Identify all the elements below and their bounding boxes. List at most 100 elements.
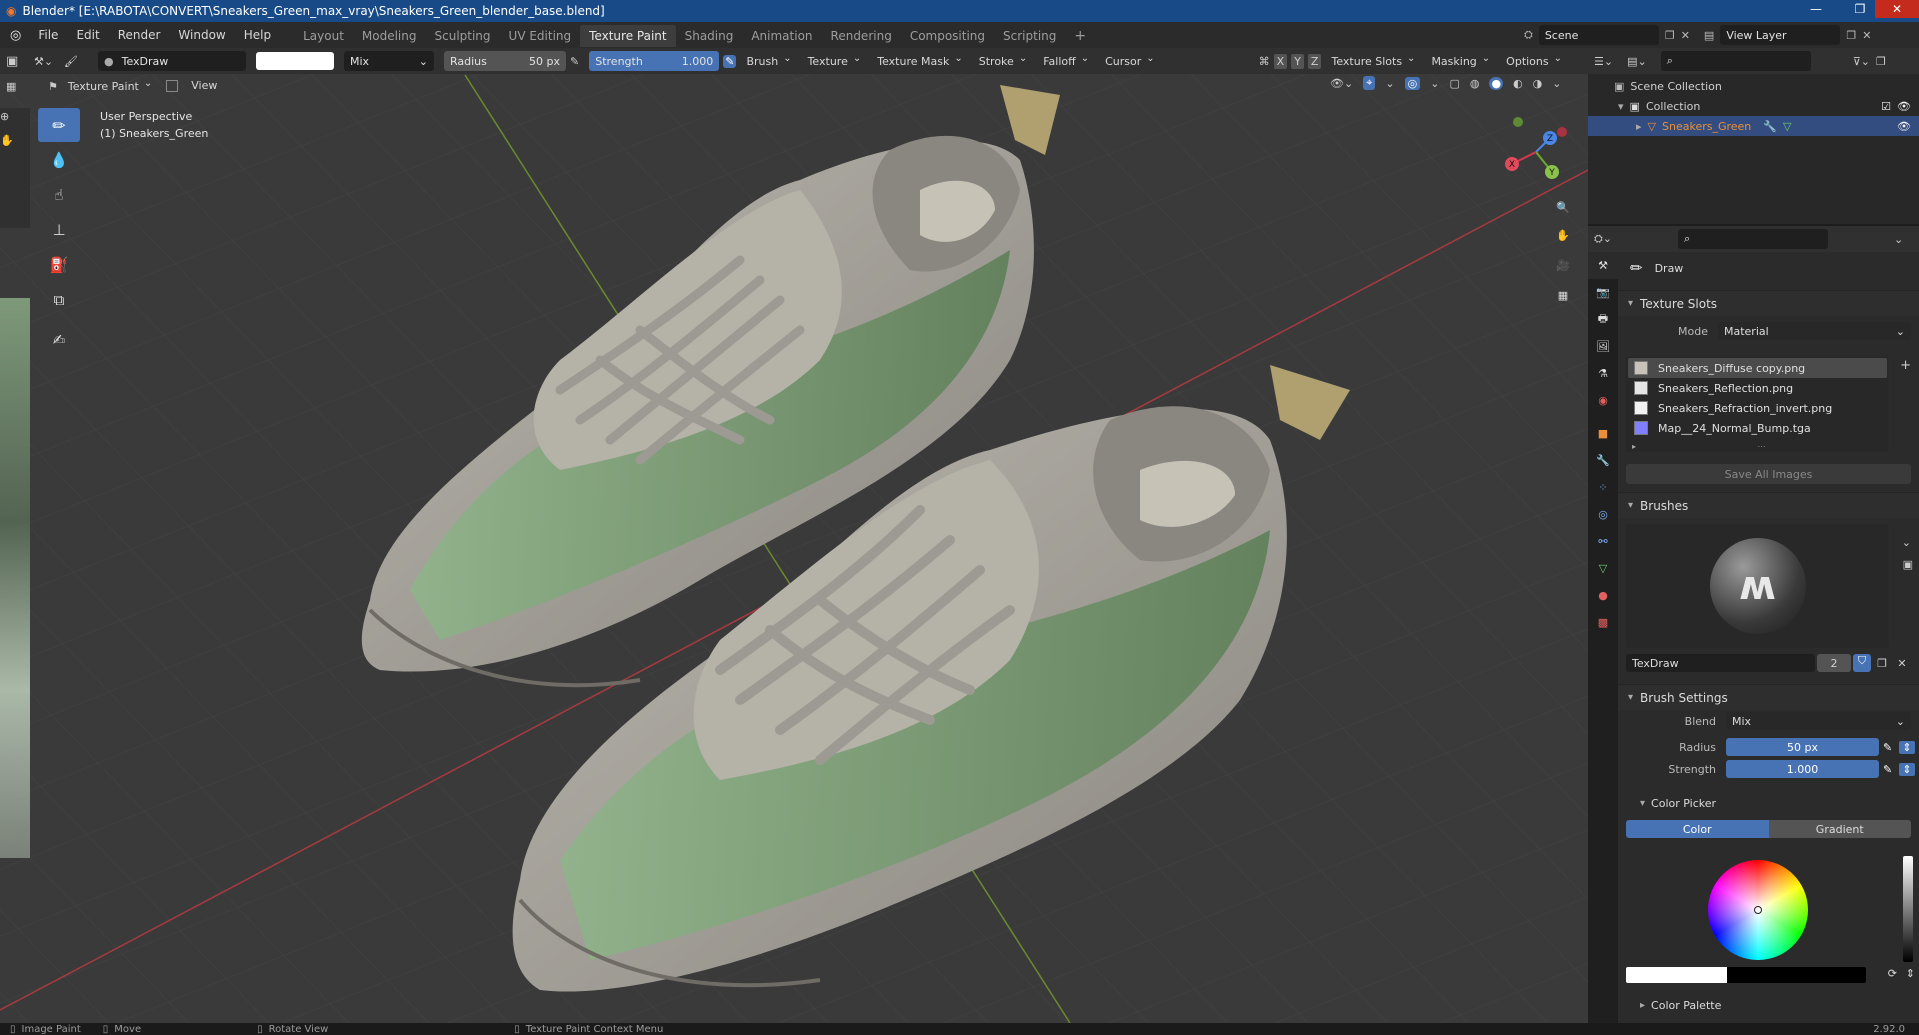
color-wheel[interactable] (1708, 860, 1808, 960)
gradient-tab[interactable]: Gradient (1768, 820, 1911, 838)
filter-icon[interactable]: ⊽⌄ (1853, 55, 1870, 68)
annotate-tool-button[interactable]: ✍ (38, 323, 80, 357)
mask-tool-button[interactable]: ⧉ (38, 283, 80, 317)
tab-world[interactable]: ◉ (1588, 387, 1618, 414)
tab-constraints[interactable]: ⚯ (1588, 528, 1618, 555)
texture-mask-dropdown[interactable]: Texture Mask (871, 51, 969, 71)
shading-material-icon[interactable]: ◐ (1513, 77, 1523, 90)
tab-modifiers[interactable]: 🔧 (1588, 447, 1618, 474)
new-scene-icon[interactable]: ❐ (1665, 29, 1675, 42)
color-tab[interactable]: Color (1626, 820, 1769, 838)
workspace-tab-rendering[interactable]: Rendering (822, 25, 901, 47)
ortho-toggle-icon[interactable]: ▦ (1550, 282, 1576, 308)
workspace-tab-animation[interactable]: Animation (742, 25, 821, 47)
brush-preview-area[interactable]: ʍ (1626, 524, 1889, 648)
soften-tool-button[interactable]: 💧 (38, 143, 80, 177)
radius-slider[interactable]: Radius 50 px (444, 51, 566, 71)
menu-render[interactable]: Render (109, 22, 170, 48)
strength-pressure-icon[interactable]: ✎ (1883, 763, 1899, 776)
delete-view-layer-icon[interactable]: ✕ (1862, 29, 1871, 42)
mesh-data-icon[interactable]: ▽ (1783, 120, 1791, 133)
tab-view-layer[interactable]: 🖼 (1588, 333, 1618, 360)
3d-viewport[interactable] (0, 48, 1588, 1023)
display-mode-icon[interactable]: ▤⌄ (1627, 55, 1647, 68)
tab-particles[interactable]: ⁘ (1588, 474, 1618, 501)
menu-help[interactable]: Help (235, 22, 280, 48)
options-dropdown[interactable]: Options (1500, 51, 1568, 71)
menu-edit[interactable]: Edit (67, 22, 108, 48)
axis-x-toggle[interactable]: X (1273, 53, 1288, 69)
outliner-row-sneakers-green[interactable]: ▸ ▽ Sneakers_Green 🔧 ▽ 👁 (1588, 116, 1919, 136)
tool-icon[interactable]: ⚒⌄ (34, 55, 60, 68)
texture-slot-item[interactable]: Sneakers_Diffuse copy.png (1628, 358, 1887, 378)
radius-pressure-icon[interactable]: ✎ (570, 55, 579, 68)
outliner-editor-icon[interactable]: ☰⌄ (1594, 55, 1613, 68)
tab-data[interactable]: ▽ (1588, 555, 1618, 582)
minimize-button[interactable]: — (1801, 0, 1831, 18)
radius-slider[interactable]: 50 px (1726, 738, 1879, 756)
blender-menu-icon[interactable]: ◎ (0, 28, 29, 43)
texture-slot-item[interactable]: Map__24_Normal_Bump.tga (1628, 418, 1887, 438)
properties-editor-icon[interactable]: ⛭⌄ (1594, 232, 1612, 246)
strength-unit-icon[interactable]: ⇕ (1899, 762, 1915, 776)
maximize-button[interactable]: ❐ (1845, 0, 1875, 18)
texture-slots-panel-header[interactable]: Texture Slots (1618, 290, 1919, 316)
masking-dropdown[interactable]: Masking (1425, 51, 1496, 71)
expand-arrow-icon[interactable]: ▾ (1618, 100, 1624, 113)
editor-type-icon[interactable]: ▣ (6, 54, 30, 69)
tab-output[interactable]: 🖶 (1588, 306, 1618, 333)
color-picker-subpanel-header[interactable]: ▾ Color Picker (1618, 790, 1919, 816)
stroke-dropdown[interactable]: Stroke (973, 51, 1033, 71)
shading-solid-icon[interactable]: ● (1489, 76, 1504, 90)
gizmo-toggle-icon[interactable]: ⌖ (1363, 76, 1376, 90)
tab-physics[interactable]: ◎ (1588, 501, 1618, 528)
properties-search-input[interactable]: ⌕ (1678, 229, 1829, 249)
pan-hand-icon[interactable]: ✋ (0, 134, 22, 158)
camera-view-icon[interactable]: 🎥 (1550, 252, 1576, 278)
brush-name-field[interactable]: TexDraw (1626, 654, 1815, 672)
tab-object[interactable]: ■ (1588, 420, 1618, 447)
add-slot-icon[interactable]: + (1900, 358, 1911, 373)
close-button[interactable]: ✕ (1875, 0, 1919, 18)
strength-slider[interactable]: Strength 1.000 (589, 51, 720, 71)
scene-icon[interactable]: ⛭ (1524, 28, 1533, 42)
axis-y-toggle[interactable]: Y (1291, 53, 1304, 69)
navigation-gizmo[interactable]: Z Y X (1496, 112, 1576, 192)
swap-colors-icon[interactable]: ⟳ (1888, 967, 1897, 980)
tab-texture[interactable]: ▩ (1588, 609, 1618, 636)
brushes-panel-header[interactable]: Brushes (1618, 492, 1919, 518)
save-all-images-button[interactable]: Save All Images (1626, 464, 1911, 484)
blend-mode-dropdown[interactable]: Mix ⌄ (344, 51, 434, 71)
value-slider[interactable] (1903, 856, 1913, 962)
brush-settings-panel-header[interactable]: Brush Settings (1618, 684, 1919, 710)
list-resize-handle[interactable]: ⋯ (1758, 442, 1766, 451)
pan-view-icon[interactable]: ✋ (1550, 222, 1576, 248)
outliner-search-input[interactable]: ⌕ (1660, 51, 1811, 71)
expand-arrow-icon[interactable]: ▸ (1636, 120, 1642, 133)
view-layer-icon[interactable]: ▤ (1704, 29, 1714, 42)
view-layer-selector[interactable]: View Layer (1720, 25, 1841, 45)
xray-icon[interactable]: ▢ (1449, 77, 1459, 90)
brush-dropdown[interactable]: Brush (740, 51, 797, 71)
tab-render[interactable]: 📷 (1588, 279, 1618, 306)
brush-color-swatch[interactable] (256, 52, 334, 70)
mode-dropdown[interactable]: Texture Paint (62, 76, 158, 96)
exclude-checkbox-icon[interactable]: ☑ (1881, 100, 1891, 113)
overlay-toggle-icon[interactable]: ◎ (1404, 76, 1421, 90)
mask-toggle-icon[interactable] (166, 80, 179, 92)
workspace-tab-texture-paint[interactable]: Texture Paint (580, 25, 676, 47)
duplicate-brush-icon[interactable]: ❐ (1873, 657, 1891, 670)
radius-pressure-icon[interactable]: ✎ (1883, 741, 1899, 754)
view-menu[interactable]: View (182, 76, 226, 96)
workspace-tab-layout[interactable]: Layout (294, 25, 353, 47)
workspace-tab-sculpting[interactable]: Sculpting (426, 25, 500, 47)
visibility-eye-icon[interactable]: 👁 (1897, 100, 1911, 113)
radius-unit-icon[interactable]: ⇕ (1899, 740, 1915, 754)
brush-name-field[interactable]: ● TexDraw (98, 51, 246, 71)
symmetry-icon[interactable]: ⌘ (1259, 55, 1270, 68)
fake-user-shield-icon[interactable]: ⛉ (1853, 654, 1871, 672)
visibility-eye-icon[interactable]: 👁 (1897, 120, 1911, 133)
workspace-tab-modeling[interactable]: Modeling (353, 25, 426, 47)
delete-scene-icon[interactable]: ✕ (1681, 29, 1690, 42)
strength-slider[interactable]: 1.000 (1726, 760, 1879, 778)
